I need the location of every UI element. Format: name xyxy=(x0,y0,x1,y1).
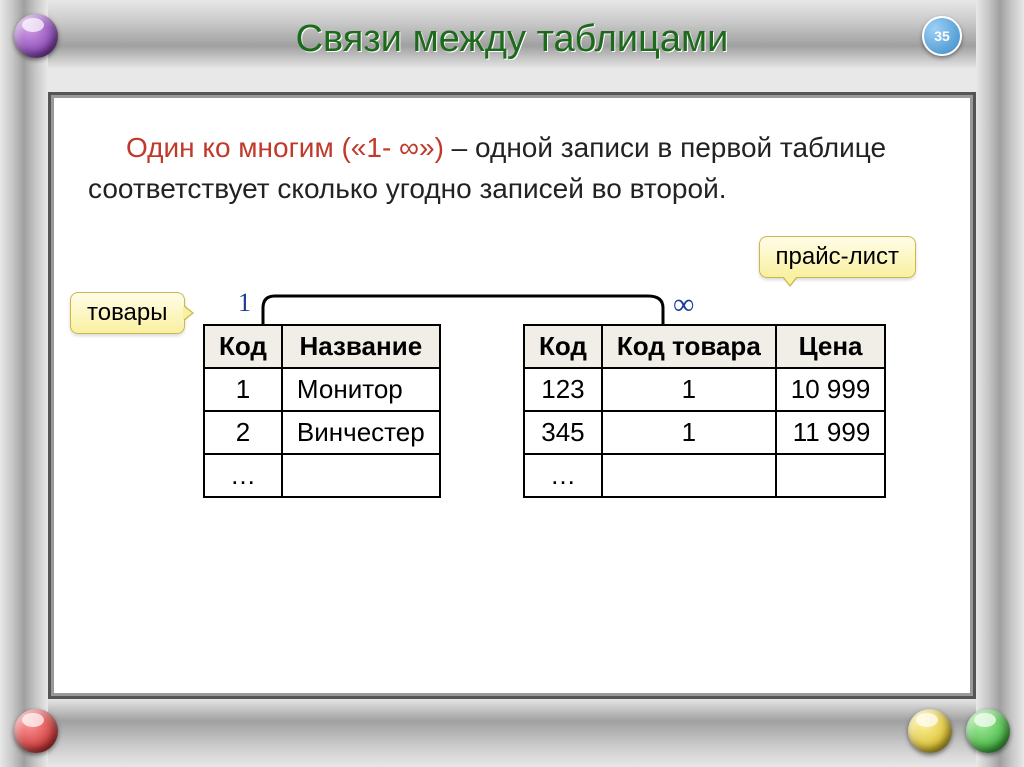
orb-red xyxy=(14,709,58,753)
orb-green xyxy=(966,709,1010,753)
tables-area: товары прайс-лист 1 ∞ Код Название 1 Мон… xyxy=(88,264,936,584)
table-row: 1 Монитор xyxy=(204,368,440,411)
left-tag-label: товары xyxy=(87,299,168,326)
description-text: Один ко многим («1- ∞») – одной записи в… xyxy=(88,128,936,209)
col-header: Цена xyxy=(776,325,886,368)
left-table-tag: товары xyxy=(70,292,185,334)
tag-pointer-icon xyxy=(184,305,194,321)
table-header-row: Код Название xyxy=(204,325,440,368)
col-header: Код xyxy=(204,325,282,368)
relation-one-label: 1 xyxy=(238,288,251,318)
page-number-badge: 35 xyxy=(922,16,962,56)
table-row: … xyxy=(524,454,885,497)
table-row: 123 1 10 999 xyxy=(524,368,885,411)
lead-phrase: Один ко многим («1- ∞») xyxy=(126,132,444,163)
col-header: Название xyxy=(282,325,440,368)
content-panel: Один ко многим («1- ∞») – одной записи в… xyxy=(48,92,976,699)
table-row: 2 Винчестер xyxy=(204,411,440,454)
tag-pointer-icon xyxy=(782,277,798,287)
right-table-tag: прайс-лист xyxy=(759,236,917,278)
orb-yellow xyxy=(908,709,952,753)
table-row: … xyxy=(204,454,440,497)
table-row: 345 1 11 999 xyxy=(524,411,885,454)
right-table: Код Код товара Цена 123 1 10 999 345 1 1… xyxy=(523,324,886,498)
col-header: Код товара xyxy=(602,325,776,368)
slide-title: Связи между таблицами xyxy=(0,18,1024,61)
left-table: Код Название 1 Монитор 2 Винчестер … xyxy=(203,324,441,498)
col-header: Код xyxy=(524,325,602,368)
orb-purple xyxy=(14,14,58,58)
relation-many-label: ∞ xyxy=(673,288,694,322)
right-tag-label: прайс-лист xyxy=(776,243,900,270)
table-header-row: Код Код товара Цена xyxy=(524,325,885,368)
